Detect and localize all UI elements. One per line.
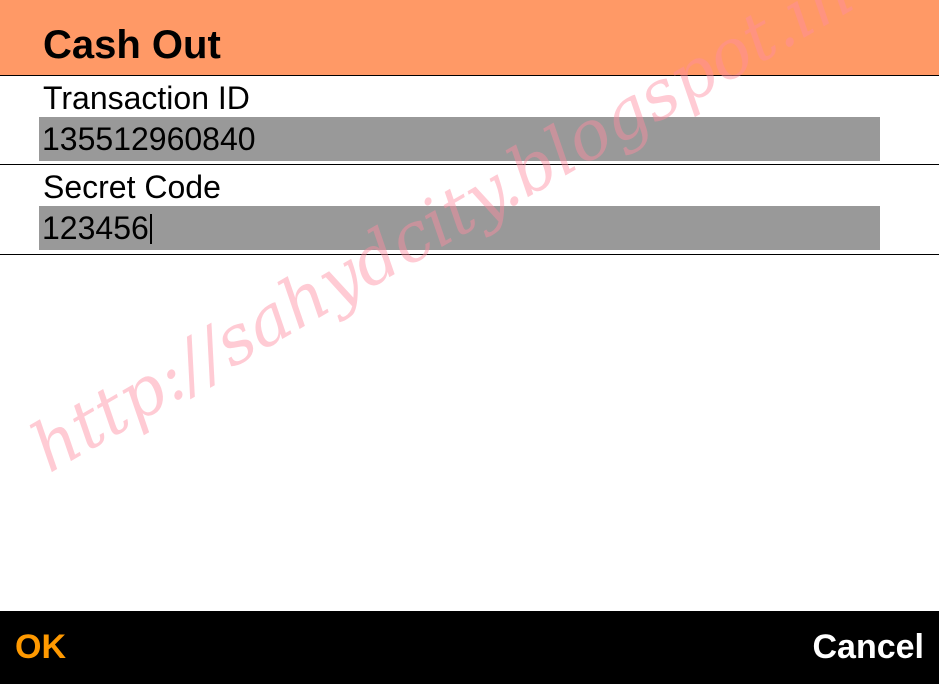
softkey-bar: OK Cancel — [0, 611, 939, 684]
transaction-id-field[interactable]: 135512960840 — [39, 117, 880, 161]
secret-code-group: Secret Code 123456 — [0, 165, 939, 255]
transaction-id-value: 135512960840 — [42, 121, 256, 157]
transaction-id-group: Transaction ID 135512960840 — [0, 76, 939, 165]
text-cursor — [149, 213, 152, 244]
title-bar: Cash Out — [0, 0, 939, 76]
secret-code-label: Secret Code — [43, 169, 221, 205]
ok-button[interactable]: OK — [15, 627, 66, 667]
secret-code-value: 123456 — [42, 210, 149, 246]
transaction-id-label: Transaction ID — [43, 80, 250, 116]
page-title: Cash Out — [43, 23, 221, 67]
secret-code-field[interactable]: 123456 — [39, 206, 880, 250]
cancel-button[interactable]: Cancel — [813, 627, 925, 667]
